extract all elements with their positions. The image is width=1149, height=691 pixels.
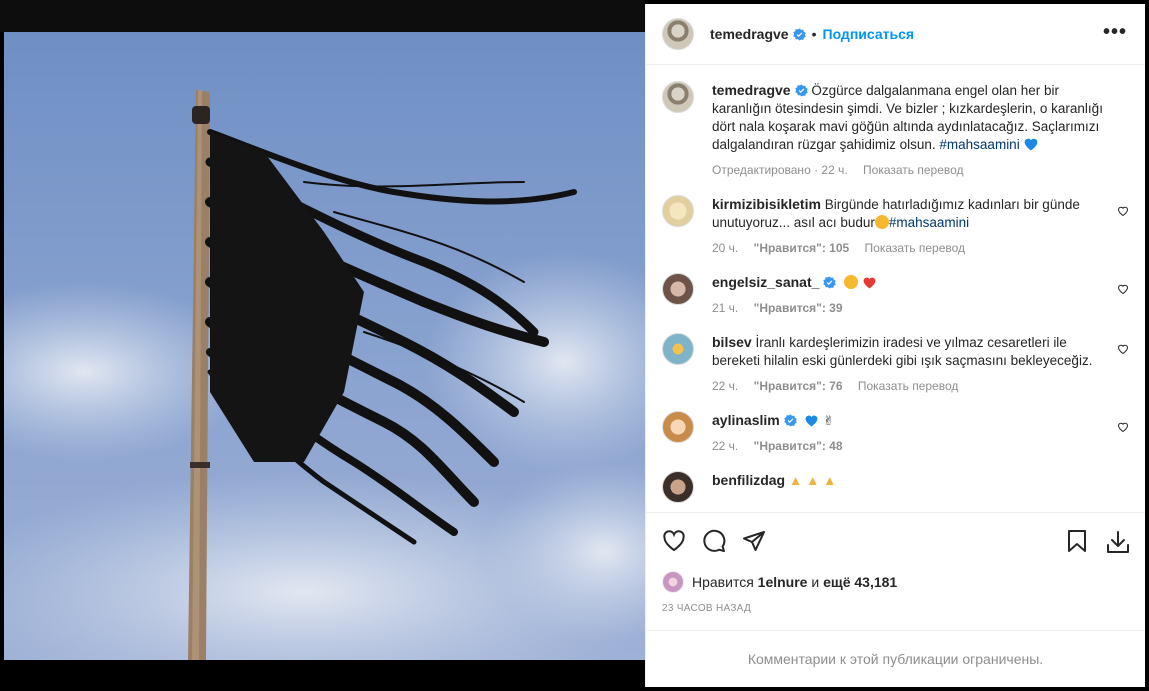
comment-likes[interactable]: "Нравится": 105 [754, 241, 850, 255]
comment-row: benfilizdag ▲ ▲ ▲ [662, 471, 1129, 503]
praying-hands-emoji: ▲ ▲ ▲ [788, 473, 837, 488]
red-heart-emoji [863, 277, 876, 289]
post-image [4, 32, 645, 660]
download-icon[interactable] [1105, 529, 1131, 555]
more-icon[interactable]: ••• [1103, 22, 1127, 42]
victory-hand-emoji: ✌ [823, 413, 835, 428]
comment-time: 21 ч. [712, 301, 739, 315]
liker-avatar[interactable] [662, 571, 684, 593]
blue-heart-emoji [1025, 138, 1038, 151]
caption-avatar[interactable] [662, 81, 694, 113]
comment-text: İranlı kardeşlerimizin iradesi ve yılmaz… [712, 335, 1093, 368]
caption-edited: Отредактировано · 22 ч. [712, 163, 848, 177]
comment-row: bilsev İranlı kardeşlerimizin iradesi ve… [662, 333, 1129, 395]
comments-restricted-notice: Комментарии к этой публикации ограничены… [646, 630, 1145, 687]
like-comment-icon[interactable] [1117, 283, 1129, 295]
post-panel: temedragve • Подписаться ••• temedragve … [645, 4, 1145, 687]
liker-username[interactable]: 1elnure [758, 574, 808, 590]
blue-heart-emoji [806, 415, 818, 427]
bookmark-icon[interactable] [1066, 529, 1088, 553]
comment-username[interactable]: engelsiz_sanat_ [712, 274, 819, 290]
comment-icon[interactable] [702, 529, 726, 553]
comment-avatar[interactable] [662, 471, 694, 503]
comment-likes[interactable]: "Нравится": 48 [754, 439, 843, 453]
like-comment-icon[interactable] [1117, 343, 1129, 355]
likes-summary: Нравится 1elnure и ещё 43,181 [662, 571, 1129, 593]
comment-username[interactable]: bilsev [712, 334, 752, 350]
comment-row: kirmizibisikletim Birgünde hatırladığımı… [662, 195, 1129, 257]
likes-count[interactable]: ещё 43,181 [823, 574, 897, 590]
caption-hashtag[interactable]: #mahsaamini [939, 137, 1019, 152]
author-username[interactable]: temedragve [710, 26, 789, 42]
caption-meta: Отредактировано · 22 ч. Показать перевод [712, 161, 1107, 179]
comment-avatar[interactable] [662, 333, 694, 365]
verified-icon [783, 414, 797, 427]
likes-middle: и [811, 574, 820, 590]
caption-username[interactable]: temedragve [712, 82, 791, 98]
likes-prefix: Нравится [692, 574, 754, 590]
author-avatar[interactable] [662, 18, 694, 50]
comment-username[interactable]: benfilizdag [712, 472, 785, 488]
comment-time: 22 ч. [712, 379, 739, 393]
comment-time: 22 ч. [712, 439, 739, 453]
comment-username[interactable]: aylinaslim [712, 412, 780, 428]
comment-row: aylinaslim ✌ 22 ч. "Нравится": 48 [662, 411, 1129, 455]
comment-avatar[interactable] [662, 195, 694, 227]
comment-likes[interactable]: "Нравится": 39 [754, 301, 843, 315]
comment-hashtag[interactable]: #mahsaamini [889, 215, 969, 230]
comment-translate[interactable]: Показать перевод [865, 241, 966, 255]
verified-icon [792, 28, 806, 40]
sad-emoji [874, 215, 889, 229]
verified-icon [823, 276, 837, 289]
like-comment-icon[interactable] [1117, 421, 1129, 433]
post-timestamp[interactable]: 23 часов назад [662, 603, 1129, 614]
post-header: temedragve • Подписаться ••• [646, 4, 1145, 65]
caption-translate[interactable]: Показать перевод [863, 163, 964, 177]
follow-button[interactable]: Подписаться [823, 26, 915, 42]
share-icon[interactable] [742, 529, 766, 553]
comment-username[interactable]: kirmizibisikletim [712, 196, 821, 212]
heart-icon[interactable] [662, 529, 686, 553]
sad-emoji [844, 275, 859, 289]
comment-avatar[interactable] [662, 411, 694, 443]
post-media [0, 0, 645, 691]
separator-dot: • [811, 26, 817, 42]
media-top-strip [0, 0, 645, 32]
comment-row: engelsiz_sanat_ 21 ч. "Нравится": 39 [662, 273, 1129, 317]
comment-avatar[interactable] [662, 273, 694, 305]
like-comment-icon[interactable] [1117, 205, 1129, 217]
comment-time: 20 ч. [712, 241, 739, 255]
comment-likes[interactable]: "Нравится": 76 [754, 379, 843, 393]
caption: temedragve Özgürce dalgalanmana engel ol… [662, 81, 1129, 179]
comments-list: temedragve Özgürce dalgalanmana engel ol… [646, 65, 1145, 512]
post-actions: Нравится 1elnure и ещё 43,181 23 часов н… [646, 512, 1145, 630]
comment-translate[interactable]: Показать перевод [858, 379, 959, 393]
verified-icon [794, 84, 808, 97]
